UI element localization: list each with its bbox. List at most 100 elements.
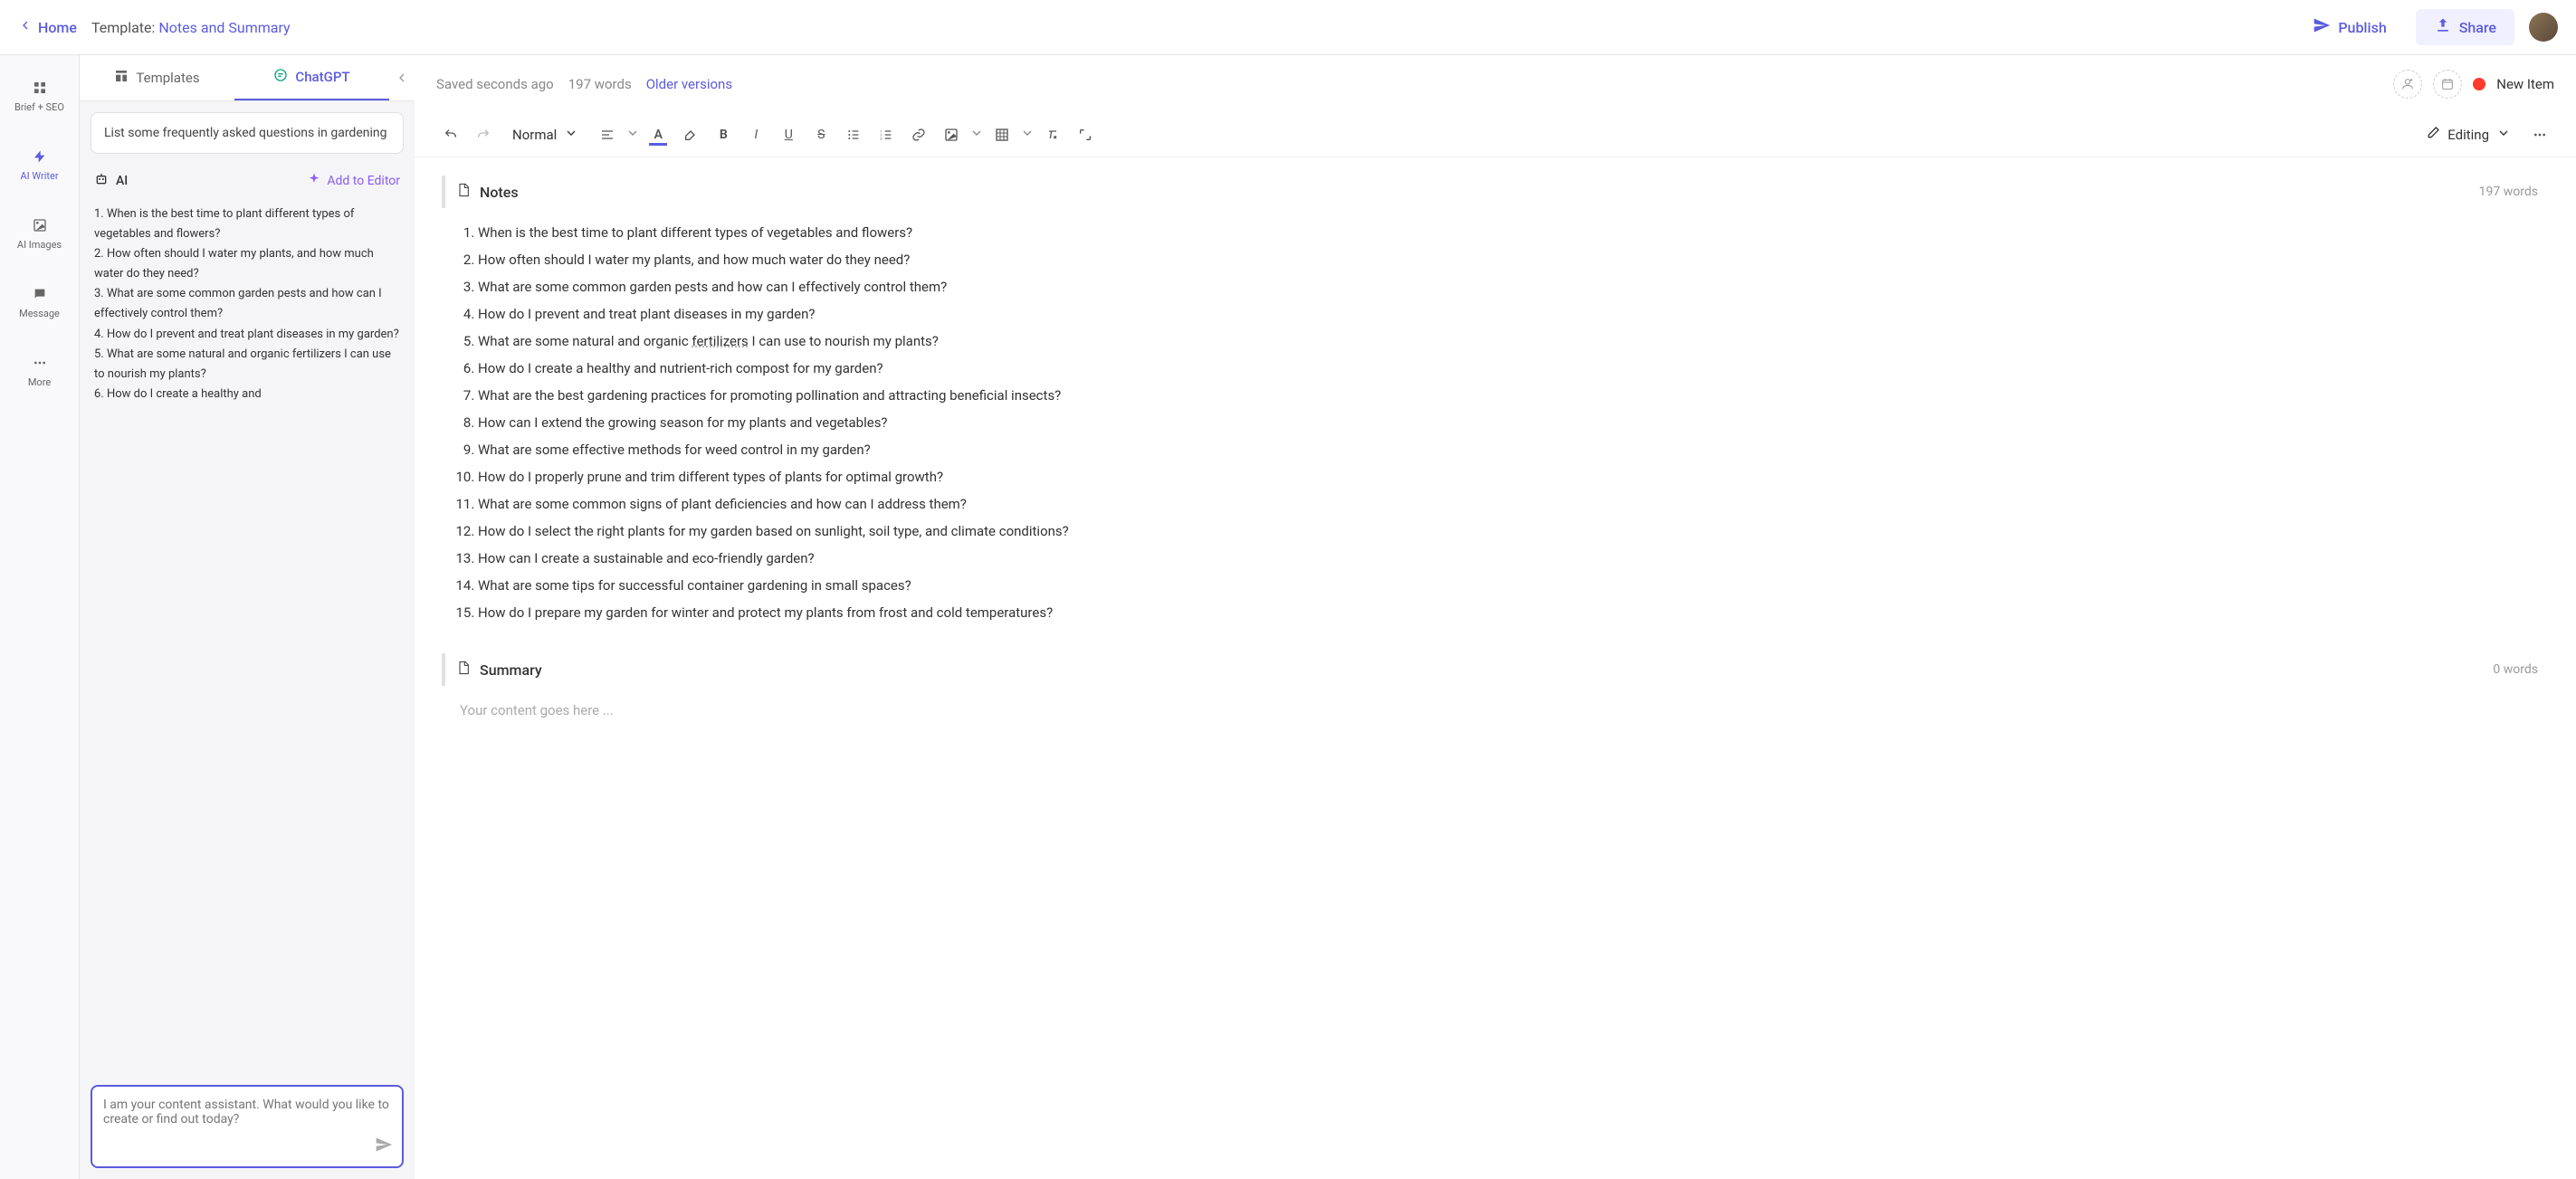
mode-select[interactable]: Editing	[2415, 120, 2522, 149]
more-toolbar-button[interactable]	[2525, 120, 2554, 149]
tab-templates[interactable]: Templates	[80, 55, 234, 100]
notes-list-item[interactable]: What are some common garden pests and ho…	[478, 273, 2549, 300]
notes-list-item[interactable]: How do I select the right plants for my …	[478, 518, 2549, 545]
numbered-list-button[interactable]: 123	[872, 120, 901, 149]
mode-label: Editing	[2447, 127, 2489, 143]
summary-title: Summary	[480, 661, 2484, 679]
template-prefix: Template:	[91, 19, 158, 36]
template-breadcrumb: Template: Notes and Summary	[91, 19, 291, 36]
chevron-down-icon	[2496, 126, 2511, 144]
bolt-icon	[33, 149, 47, 166]
older-versions-link[interactable]: Older versions	[646, 76, 732, 92]
notes-list-item[interactable]: How do I properly prune and trim differe…	[478, 463, 2549, 490]
chevron-down-icon[interactable]	[625, 126, 640, 144]
chevron-down-icon[interactable]	[969, 126, 984, 144]
nav-ai-writer[interactable]: AI Writer	[0, 142, 79, 189]
undo-button[interactable]	[436, 120, 465, 149]
document-icon	[456, 183, 471, 201]
home-label: Home	[38, 19, 77, 36]
status-indicator-icon	[2473, 78, 2485, 90]
nav-label: Message	[19, 308, 60, 319]
text-style-select[interactable]: Normal	[501, 120, 589, 149]
notes-section: Notes 197 words When is the best time to…	[442, 176, 2549, 626]
app-header: Home Template: Notes and Summary Publish…	[0, 0, 2576, 55]
chevron-left-icon	[18, 18, 33, 36]
italic-button[interactable]: I	[741, 120, 770, 149]
send-message-button[interactable]	[375, 1136, 393, 1157]
table-button[interactable]	[987, 120, 1016, 149]
notes-list-item[interactable]: How do I prevent and treat plant disease…	[478, 300, 2549, 328]
share-button[interactable]: Share	[2416, 9, 2514, 45]
clear-format-button[interactable]	[1038, 120, 1067, 149]
editor-status-bar: Saved seconds ago 197 words Older versio…	[415, 55, 2576, 113]
redo-button[interactable]	[469, 120, 498, 149]
publish-button[interactable]: Publish	[2298, 9, 2400, 45]
svg-text:3: 3	[881, 136, 883, 140]
dots-icon	[33, 356, 47, 373]
bold-button[interactable]: B	[709, 120, 738, 149]
nav-more[interactable]: More	[0, 348, 79, 395]
summary-header: Summary 0 words	[442, 653, 2549, 686]
notes-list-item[interactable]: How do I prepare my garden for winter an…	[478, 599, 2549, 626]
notes-list-item[interactable]: What are some common signs of plant defi…	[478, 490, 2549, 518]
expand-button[interactable]	[1071, 120, 1100, 149]
notes-list-item[interactable]: How often should I water my plants, and …	[478, 246, 2549, 273]
robot-icon	[94, 172, 109, 190]
strikethrough-button[interactable]: S	[806, 120, 835, 149]
add-to-editor-button[interactable]: Add to Editor	[307, 172, 400, 190]
tab-chatgpt[interactable]: ChatGPT	[234, 55, 389, 100]
chat-icon	[33, 287, 47, 304]
image-icon	[33, 218, 47, 235]
chevron-down-icon[interactable]	[1020, 126, 1035, 144]
summary-body[interactable]: Your content goes here ...	[442, 697, 2549, 724]
ai-badge: AI	[94, 172, 128, 190]
nav-message[interactable]: Message	[0, 280, 79, 327]
chat-input[interactable]	[103, 1098, 391, 1152]
notes-list-item[interactable]: How can I extend the growing season for …	[478, 409, 2549, 436]
tab-label: Templates	[136, 70, 199, 86]
schedule-button[interactable]	[2433, 70, 2462, 99]
add-editor-label: Add to Editor	[327, 174, 400, 188]
summary-section: Summary 0 words Your content goes here .…	[442, 653, 2549, 724]
text-color-button[interactable]: A	[644, 120, 673, 149]
upload-icon	[2434, 16, 2452, 38]
highlight-button[interactable]	[676, 120, 705, 149]
notes-list-item[interactable]: How do I create a healthy and nutrient-r…	[478, 355, 2549, 382]
notes-list-item[interactable]: What are some effective methods for weed…	[478, 436, 2549, 463]
editor-content[interactable]: Notes 197 words When is the best time to…	[415, 157, 2576, 1179]
notes-list-item[interactable]: What are some natural and organic fertil…	[478, 328, 2549, 355]
sparkle-icon	[307, 172, 321, 190]
notes-list-item[interactable]: When is the best time to plant different…	[478, 219, 2549, 246]
template-name[interactable]: Notes and Summary	[158, 19, 290, 36]
collapse-sidebar-button[interactable]	[389, 55, 415, 100]
nav-label: More	[28, 376, 51, 388]
style-label: Normal	[512, 127, 557, 143]
editor-area: Saved seconds ago 197 words Older versio…	[415, 55, 2576, 1179]
status-text[interactable]: New Item	[2496, 76, 2554, 92]
notes-list-item[interactable]: What are the best gardening practices fo…	[478, 382, 2549, 409]
underline-button[interactable]: U	[774, 120, 803, 149]
notes-list-item[interactable]: What are some tips for successful contai…	[478, 572, 2549, 599]
home-link[interactable]: Home	[18, 18, 77, 36]
main-layout: Brief + SEO AI Writer AI Images Message …	[0, 55, 2576, 1179]
share-label: Share	[2459, 19, 2496, 36]
bullet-list-button[interactable]	[839, 120, 868, 149]
avatar[interactable]	[2529, 13, 2558, 42]
document-icon	[456, 661, 471, 679]
nav-label: Brief + SEO	[14, 101, 64, 113]
chevron-down-icon	[564, 126, 578, 144]
nav-brief-seo[interactable]: Brief + SEO	[0, 73, 79, 120]
image-insert-button[interactable]	[937, 120, 966, 149]
align-button[interactable]	[593, 120, 622, 149]
notes-title: Notes	[480, 184, 2470, 201]
formatting-toolbar: Normal A B I U S 123 Editing	[415, 113, 2576, 157]
notes-header: Notes 197 words	[442, 176, 2549, 208]
add-collaborator-button[interactable]	[2393, 70, 2422, 99]
templates-icon	[114, 69, 129, 87]
notes-list-item[interactable]: How can I create a sustainable and eco-f…	[478, 545, 2549, 572]
link-button[interactable]	[904, 120, 933, 149]
pencil-icon	[2426, 126, 2440, 144]
sidebar-tabs: Templates ChatGPT	[80, 55, 415, 101]
nav-ai-images[interactable]: AI Images	[0, 211, 79, 258]
notes-body[interactable]: When is the best time to plant different…	[442, 219, 2549, 626]
